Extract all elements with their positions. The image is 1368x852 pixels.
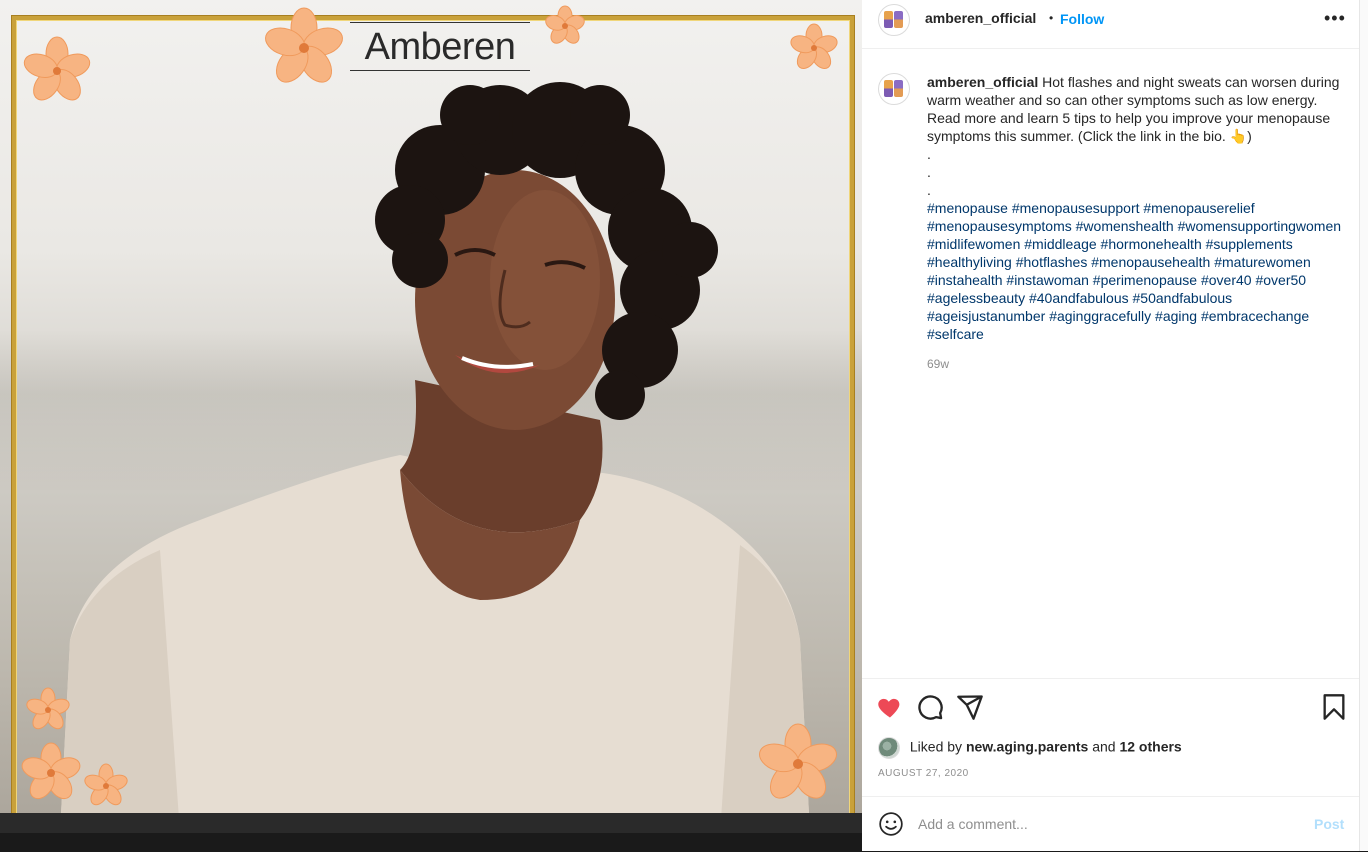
hashtag-link[interactable]: #selfcare (927, 326, 984, 342)
header-separator: • (1049, 11, 1054, 25)
caption-dot: . (927, 146, 931, 162)
hashtag-link[interactable]: #menopausehealth (1091, 254, 1210, 270)
hashtag-link[interactable]: #aging (1155, 308, 1197, 324)
liked-user-link[interactable]: new.aging.parents (966, 739, 1088, 755)
hashtag-link[interactable]: #menopause (927, 200, 1008, 216)
hashtag-link[interactable]: #40andfabulous (1029, 290, 1129, 306)
heart-filled-icon[interactable] (876, 693, 904, 721)
likes-summary: Liked by new.aging.parents and 12 others (878, 737, 1182, 759)
hashtag-link[interactable]: #hotflashes (1016, 254, 1088, 270)
hashtag-link[interactable]: #menopausesupport (1012, 200, 1140, 216)
bookmark-icon[interactable] (1320, 693, 1348, 721)
profile-avatar[interactable] (878, 4, 910, 36)
hashtag-link[interactable]: #perimenopause (1093, 272, 1197, 288)
hashtag-link[interactable]: #over40 (1201, 272, 1252, 288)
hashtag-link[interactable]: #middleage (1024, 236, 1096, 252)
flower-decoration-bottom-left-2 (21, 742, 81, 800)
hashtag-link[interactable]: #agelessbeauty (927, 290, 1025, 306)
flower-decoration-bottom-left-3 (84, 763, 128, 806)
hashtag-link[interactable]: #aginggracefully (1049, 308, 1151, 324)
post-details-panel: amberen_official • Follow ••• amberen_of… (862, 0, 1359, 851)
hashtag-link[interactable]: #instawoman (1006, 272, 1089, 288)
post-date[interactable]: AUGUST 27, 2020 (878, 768, 969, 779)
liked-prefix: Liked by (909, 738, 963, 755)
liker-avatar[interactable] (878, 737, 900, 759)
comment-input[interactable] (916, 809, 1290, 839)
flower-decoration-bottom-right (759, 723, 837, 799)
hashtag-link[interactable]: #midlifewomen (927, 236, 1020, 252)
hashtag-link[interactable]: #ageisjustanumber (927, 308, 1045, 324)
comment-icon[interactable] (916, 693, 944, 721)
caption-dot: . (927, 182, 931, 198)
gold-frame (12, 16, 854, 824)
post-actions: Liked by new.aging.parents and 12 others… (862, 678, 1359, 797)
flower-decoration-bottom-left-1 (26, 687, 70, 730)
post-image[interactable]: Amberen (0, 0, 862, 833)
smiley-icon[interactable] (878, 811, 904, 837)
hashtag-link[interactable]: #womensupportingwomen (1178, 218, 1341, 234)
hashtag-link[interactable]: #instahealth (927, 272, 1003, 288)
more-options-icon[interactable]: ••• (1324, 8, 1346, 29)
share-icon[interactable] (956, 693, 984, 721)
hashtag-link[interactable]: #embracechange (1201, 308, 1309, 324)
hashtag-link[interactable]: #menopauserelief (1143, 200, 1254, 216)
caption-dot: . (927, 164, 931, 180)
page-background-strip (0, 813, 862, 833)
hashtag-link[interactable]: #hormonehealth (1101, 236, 1202, 252)
hashtag-link[interactable]: #healthyliving (927, 254, 1012, 270)
liked-and: and (1092, 738, 1116, 755)
hashtag-link[interactable]: #menopausesymptoms (927, 218, 1072, 234)
post-caption: amberen_official Hot flashes and night s… (927, 73, 1347, 373)
hashtag-list: #menopause #menopausesupport #menopauser… (927, 199, 1347, 343)
brand-logo-text: Amberen (364, 26, 516, 68)
hashtag-link[interactable]: #womenshealth (1076, 218, 1174, 234)
hashtag-link[interactable]: #maturewomen (1214, 254, 1311, 270)
scrollbar[interactable] (1359, 0, 1368, 851)
caption-username[interactable]: amberen_official (927, 74, 1038, 90)
post-header: amberen_official • Follow ••• (862, 0, 1359, 49)
hashtag-link[interactable]: #supplements (1206, 236, 1293, 252)
header-username[interactable]: amberen_official (925, 10, 1036, 26)
flower-decoration-logo-left (265, 7, 343, 83)
flower-decoration-top-left (23, 36, 91, 101)
caption-avatar[interactable] (878, 73, 910, 105)
flower-decoration-top-right (790, 23, 838, 69)
liked-others-link[interactable]: 12 others (1119, 739, 1181, 755)
post-comment-button[interactable]: Post (1314, 816, 1344, 832)
comment-bar: Post (862, 796, 1359, 852)
follow-button[interactable]: Follow (1060, 11, 1104, 27)
post-time-ago[interactable]: 69w (927, 355, 1347, 373)
hashtag-link[interactable]: #50andfabulous (1133, 290, 1233, 306)
brand-logo: Amberen (350, 14, 530, 76)
flower-decoration-logo-right (545, 5, 585, 44)
hashtag-link[interactable]: #over50 (1255, 272, 1306, 288)
